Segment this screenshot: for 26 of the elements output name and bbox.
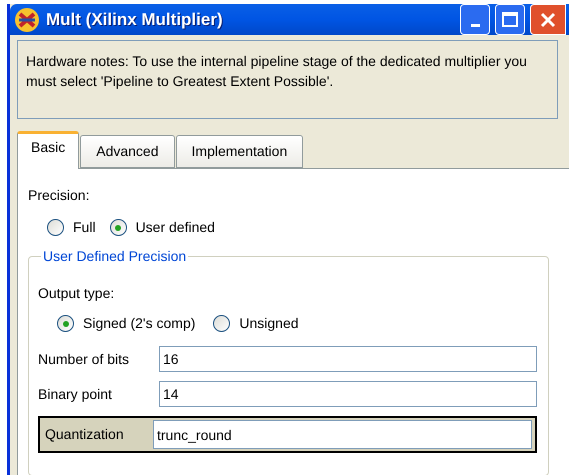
- window-title: Mult (Xilinx Multiplier): [46, 8, 223, 31]
- radio-label: Signed (2's comp): [83, 314, 196, 333]
- radio-button[interactable]: [57, 315, 74, 332]
- radio-label: Full: [73, 218, 96, 237]
- field-label: Binary point: [38, 384, 113, 404]
- close-icon: [539, 10, 557, 28]
- radio-button[interactable]: [110, 219, 127, 236]
- tab[interactable]: Basic: [17, 131, 80, 169]
- radio-button[interactable]: [213, 315, 230, 332]
- field-label: Quantization: [45, 425, 125, 444]
- minimize-button[interactable]: [460, 4, 490, 35]
- hardware-notes: Hardware notes: To use the internal pipeline stage of the dedicated multiplier you must select 'Pipeline to Greatest Extent Possible'.: [17, 40, 558, 119]
- radio-label: User defined: [136, 218, 215, 237]
- tab[interactable]: Implementation: [176, 135, 304, 168]
- input-field[interactable]: 16: [159, 346, 537, 372]
- radio-button[interactable]: [47, 219, 64, 236]
- maximize-button[interactable]: [495, 4, 525, 35]
- precision-label: Precision:: [28, 186, 90, 205]
- tab[interactable]: Advanced: [80, 135, 175, 168]
- multiplier-logo-icon: [14, 6, 40, 32]
- field-label: Number of bits: [38, 350, 130, 368]
- close-button[interactable]: [530, 4, 566, 35]
- input-field[interactable]: 14: [159, 381, 537, 407]
- radio-label: Unsigned: [239, 314, 299, 333]
- input-field[interactable]: trunc_round: [153, 420, 532, 449]
- output-type-label: Output type:: [38, 284, 114, 303]
